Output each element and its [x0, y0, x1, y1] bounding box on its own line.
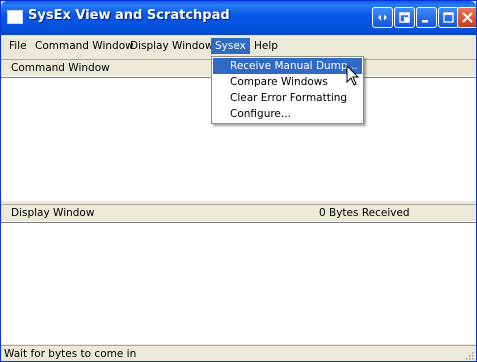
maximize-icon — [443, 12, 454, 23]
app-window-icon — [7, 10, 23, 24]
menu-display-window[interactable]: Display Window — [126, 38, 217, 54]
restore-button[interactable] — [394, 7, 415, 28]
status-bar: Wait for bytes to come in — [1, 345, 476, 361]
resize-grip-icon[interactable] — [464, 350, 474, 360]
menu-item-clear-error-formatting[interactable]: Clear Error Formatting — [213, 90, 362, 106]
display-window-label: Display Window — [11, 207, 95, 219]
menu-item-receive-manual-dump[interactable]: Receive Manual Dump... — [213, 58, 362, 74]
menu-help[interactable]: Help — [250, 38, 282, 54]
display-window-text-area[interactable] — [1, 222, 476, 344]
command-window-label: Command Window — [11, 62, 110, 74]
minimize-button[interactable] — [416, 7, 437, 28]
expand-button[interactable] — [372, 7, 393, 28]
menu-bar: File Command Window Display Window Sysex… — [1, 35, 476, 55]
expand-icon — [378, 14, 387, 21]
close-icon — [462, 12, 473, 23]
menu-file[interactable]: File — [5, 38, 31, 54]
mouse-pointer-icon — [346, 65, 360, 86]
menu-sysex[interactable]: Sysex — [211, 38, 250, 54]
restore-icon — [399, 12, 410, 23]
menu-item-compare-windows[interactable]: Compare Windows — [213, 74, 362, 90]
sysex-dropdown-menu: Receive Manual Dump... Compare Windows C… — [211, 56, 364, 124]
title-bar[interactable]: SysEx View and Scratchpad — [1, 1, 476, 35]
display-window-header: Display Window 0 Bytes Received — [1, 204, 476, 222]
maximize-button[interactable] — [438, 7, 459, 28]
bytes-received-count: 0 Bytes Received — [319, 207, 410, 219]
minimize-icon — [422, 20, 428, 23]
status-text: Wait for bytes to come in — [4, 348, 137, 360]
menu-item-configure[interactable]: Configure... — [213, 106, 362, 122]
close-button[interactable] — [457, 7, 476, 28]
app-window: SysEx View and Scratchpad File Command W… — [0, 0, 477, 362]
menu-command-window[interactable]: Command Window — [31, 38, 138, 54]
window-title: SysEx View and Scratchpad — [28, 8, 230, 23]
